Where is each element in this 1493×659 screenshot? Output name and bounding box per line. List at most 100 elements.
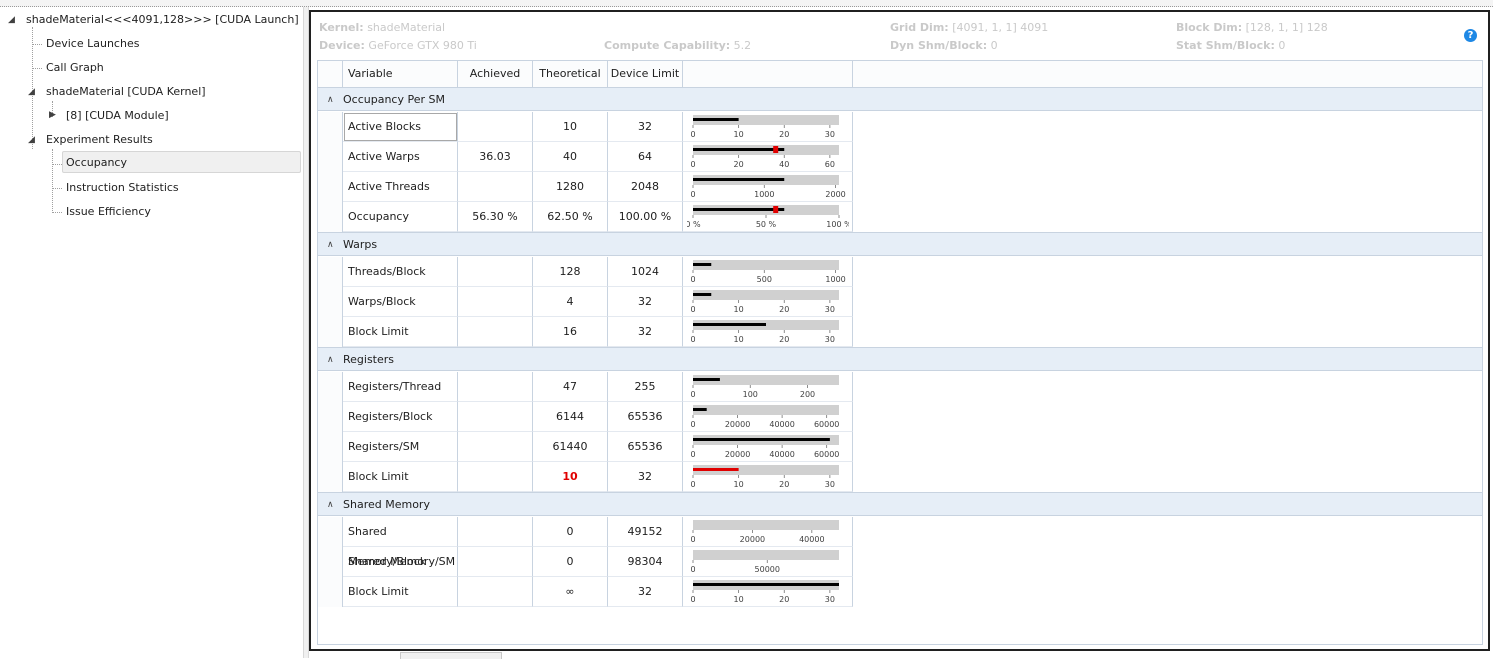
dyn-label: Dyn Shm/Block: bbox=[890, 39, 988, 52]
column-header-theoretical[interactable]: Theoretical bbox=[533, 61, 608, 87]
tick-label: 0 bbox=[690, 480, 695, 489]
row-gutter bbox=[318, 432, 343, 462]
tick-label: 40000 bbox=[799, 535, 824, 544]
bar-value bbox=[693, 208, 785, 211]
table-row[interactable]: Block Limit 16 32 0 10 20 30 bbox=[318, 317, 1482, 347]
tick-label: 100 bbox=[743, 390, 758, 399]
theoretical-cell: 0 bbox=[533, 547, 608, 577]
tick-label: 50000 bbox=[755, 565, 780, 574]
variable-cell: Block Limit bbox=[343, 317, 458, 347]
achieved-cell bbox=[458, 577, 533, 607]
column-header-achieved[interactable]: Achieved bbox=[458, 61, 533, 87]
bar-chart-cell: 0 10 20 30 bbox=[683, 112, 853, 142]
section-header[interactable]: ∧ Shared Memory bbox=[318, 492, 1482, 516]
tree-item-label: shadeMaterial<<<4091,128>>> [CUDA Launch… bbox=[26, 13, 299, 26]
help-icon[interactable]: ? bbox=[1464, 29, 1477, 42]
tick-label: 20 bbox=[779, 480, 789, 489]
table-row[interactable]: Occupancy 56.30 % 62.50 % 100.00 % 0 % 50 % 10… bbox=[318, 202, 1482, 232]
achieved-cell bbox=[458, 372, 533, 402]
table-row[interactable]: Shared Memory/SM 0 98304 0 50000 bbox=[318, 547, 1482, 577]
section-title: Occupancy Per SM bbox=[343, 93, 445, 106]
column-header-device-limit[interactable]: Device Limit bbox=[608, 61, 683, 87]
experiment-tree: ◢ shadeMaterial<<<4091,128>>> [CUDA Laun… bbox=[0, 7, 302, 658]
section-header[interactable]: ∧ Registers bbox=[318, 347, 1482, 371]
table-row[interactable]: Warps/Block 4 32 0 10 20 30 bbox=[318, 287, 1482, 317]
kernel-info: Kernel: shadeMaterial bbox=[319, 21, 445, 34]
theoretical-cell: 6144 bbox=[533, 402, 608, 432]
section-header[interactable]: ∧ Warps bbox=[318, 232, 1482, 256]
row-gutter bbox=[318, 202, 343, 232]
theoretical-cell: 40 bbox=[533, 142, 608, 172]
kernel-value: shadeMaterial bbox=[367, 21, 446, 34]
table-row[interactable]: Shared Memory/Block 0 49152 0 20000 40000 bbox=[318, 517, 1482, 568]
theoretical-cell: 128 bbox=[533, 257, 608, 287]
bar-track bbox=[693, 260, 839, 270]
cc-label: Compute Capability: bbox=[604, 39, 731, 52]
achieved-cell bbox=[458, 432, 533, 462]
row-gutter bbox=[318, 317, 343, 347]
tick-label: 10 bbox=[734, 130, 744, 139]
expand-arrow-icon[interactable]: ▶ bbox=[49, 110, 56, 120]
table-row[interactable]: Active Threads 1280 2048 0 1000 2000 bbox=[318, 172, 1482, 202]
collapse-chevron-icon[interactable]: ∧ bbox=[327, 88, 334, 112]
bullet-chart: 0 % 50 % 100 % bbox=[687, 205, 849, 229]
bar-chart-cell: 0 10 20 30 bbox=[683, 462, 853, 492]
variable-cell: Shared Memory/Block bbox=[343, 517, 458, 568]
bullet-chart: 0 10 20 30 bbox=[690, 115, 839, 139]
variable-cell: Active Threads bbox=[343, 172, 458, 202]
device-label: Device: bbox=[319, 39, 365, 52]
tick-label: 60 bbox=[825, 160, 835, 169]
tick-label: 30 bbox=[825, 335, 835, 344]
collapse-chevron-icon[interactable]: ∧ bbox=[327, 233, 334, 257]
table-row[interactable]: Active Warps 36.03 40 64 0 20 40 60 bbox=[318, 142, 1482, 172]
variable-cell: Active Blocks bbox=[343, 112, 458, 142]
row-gutter bbox=[318, 547, 343, 577]
bar-value bbox=[693, 178, 785, 181]
achieved-cell bbox=[458, 547, 533, 577]
variable-cell: Block Limit bbox=[343, 577, 458, 607]
device-limit-cell: 1024 bbox=[608, 257, 683, 287]
table-row[interactable]: Block Limit ∞ 32 0 10 20 30 bbox=[318, 577, 1482, 607]
bar-value bbox=[693, 323, 766, 326]
tick-label: 0 bbox=[690, 305, 695, 314]
table-row[interactable]: Registers/Thread 47 255 0 100 200 bbox=[318, 372, 1482, 402]
section-title: Shared Memory bbox=[343, 498, 430, 511]
collapse-chevron-icon[interactable]: ∧ bbox=[327, 493, 334, 517]
stat-label: Stat Shm/Block: bbox=[1176, 39, 1275, 52]
bar-value bbox=[693, 148, 785, 151]
tree-item-occupancy[interactable]: Occupancy bbox=[62, 151, 301, 173]
column-header-variable[interactable]: Variable bbox=[343, 61, 458, 87]
table-row[interactable]: Registers/SM 61440 65536 0 20000 40000 60000 bbox=[318, 432, 1482, 462]
collapse-arrow-icon[interactable]: ◢ bbox=[8, 15, 15, 25]
row-gutter bbox=[318, 517, 343, 547]
collapse-chevron-icon[interactable]: ∧ bbox=[327, 348, 334, 372]
table-row[interactable]: Registers/Block 6144 65536 0 20000 40000 60000 bbox=[318, 402, 1482, 432]
table-row[interactable]: Threads/Block 128 1024 0 500 1000 bbox=[318, 257, 1482, 287]
section-header[interactable]: ∧ Occupancy Per SM bbox=[318, 87, 1482, 111]
tick-label: 0 bbox=[690, 420, 695, 429]
table-row[interactable]: Block Limit 10 32 0 10 20 30 bbox=[318, 462, 1482, 492]
row-gutter bbox=[318, 257, 343, 287]
bar-chart-cell: 0 10 20 30 bbox=[683, 317, 853, 347]
theoretical-cell: 0 bbox=[533, 517, 608, 547]
grid-value: [4091, 1, 1] 4091 bbox=[952, 21, 1049, 34]
tick-label: 30 bbox=[825, 130, 835, 139]
dyn-value: 0 bbox=[990, 39, 998, 52]
tree-line bbox=[32, 44, 42, 45]
bar-chart-cell: 0 1000 2000 bbox=[683, 172, 853, 202]
theoretical-cell: 4 bbox=[533, 287, 608, 317]
tree-item-label: Experiment Results bbox=[46, 133, 153, 146]
tick-label: 50 % bbox=[756, 220, 777, 229]
tick-label: 1000 bbox=[754, 190, 774, 199]
tick-label: 60000 bbox=[814, 450, 839, 459]
collapse-arrow-icon[interactable]: ◢ bbox=[28, 87, 35, 97]
bar-track bbox=[693, 520, 839, 530]
collapse-arrow-icon[interactable]: ◢ bbox=[28, 135, 35, 145]
table-row[interactable]: Active Blocks 10 32 0 10 20 30 bbox=[318, 112, 1482, 142]
tick-label: 20 bbox=[779, 130, 789, 139]
tick-label: 20 bbox=[779, 595, 789, 604]
variable-cell: Active Warps bbox=[343, 142, 458, 172]
variable-cell: Threads/Block bbox=[343, 257, 458, 287]
tick-label: 0 bbox=[690, 160, 695, 169]
tick-label: 20 bbox=[779, 305, 789, 314]
